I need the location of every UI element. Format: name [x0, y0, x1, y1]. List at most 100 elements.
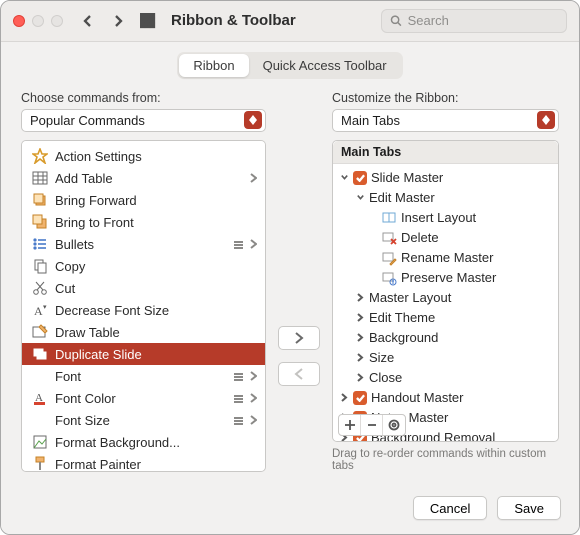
svg-text:A: A [34, 304, 43, 318]
cancel-button[interactable]: Cancel [413, 496, 487, 520]
commands-list[interactable]: Action Settings Add Table Bring Forward … [21, 140, 266, 472]
options-button[interactable] [383, 415, 405, 435]
submenu-indicator-icon [250, 171, 257, 186]
menu-indicator-icon [234, 369, 243, 384]
command-font-color[interactable]: A Font Color [22, 387, 265, 409]
chevron-left-icon [294, 368, 304, 380]
search-field[interactable] [381, 9, 567, 33]
chevron-right-icon [294, 332, 304, 344]
gear-circle-icon [388, 419, 400, 431]
chevron-right-icon [112, 15, 124, 27]
commands-column: Choose commands from: Popular Commands A… [21, 91, 266, 472]
dropdown-value: Main Tabs [341, 113, 400, 128]
command-bring-to-front[interactable]: Bring to Front [22, 211, 265, 233]
delete-icon [381, 230, 397, 246]
zoom-window-button[interactable] [51, 15, 63, 27]
menu-indicator-icon [234, 413, 243, 428]
format-painter-icon [32, 456, 48, 472]
command-draw-table[interactable]: Draw Table [22, 321, 265, 343]
command-font-size[interactable]: Font Size [22, 409, 265, 431]
copy-icon [32, 258, 48, 274]
remove-tab-button[interactable] [361, 415, 383, 435]
remove-command-button[interactable] [278, 362, 320, 386]
minus-icon [366, 419, 378, 431]
tab-quick-access-toolbar[interactable]: Quick Access Toolbar [249, 54, 401, 77]
add-tab-button[interactable] [339, 415, 361, 435]
ribbon-tree[interactable]: Main Tabs Slide Master Edit Master Inser… [332, 140, 559, 442]
section-tabs: Ribbon Quick Access Toolbar [177, 52, 402, 79]
duplicate-slide-icon [32, 346, 48, 362]
chevron-down-icon [339, 173, 349, 182]
dropdown-value: Popular Commands [30, 113, 145, 128]
command-format-background[interactable]: Format Background... [22, 431, 265, 453]
command-add-table[interactable]: Add Table [22, 167, 265, 189]
tree-item-insert-layout[interactable]: Insert Layout [333, 208, 558, 228]
tree-item-handout-master[interactable]: Handout Master [333, 388, 558, 408]
draw-table-icon [32, 324, 48, 340]
tree-item-edit-master[interactable]: Edit Master [333, 188, 558, 208]
preserve-icon [381, 270, 397, 286]
stepper-arrows-icon [244, 111, 262, 129]
back-button[interactable] [77, 10, 99, 32]
section-tabs-row: Ribbon Quick Access Toolbar [1, 42, 579, 91]
tree-item-rename-master[interactable]: Rename Master [333, 248, 558, 268]
tree-tools [338, 414, 406, 436]
close-window-button[interactable] [13, 15, 25, 27]
tree-item-preserve-master[interactable]: Preserve Master [333, 268, 558, 288]
command-action-settings[interactable]: Action Settings [22, 145, 265, 167]
decrease-font-icon: A▾ [32, 302, 48, 318]
commands-source-dropdown[interactable]: Popular Commands [21, 109, 266, 132]
chevron-right-icon [339, 393, 349, 402]
chevron-down-icon [355, 193, 365, 202]
blank-icon [32, 412, 48, 428]
save-button[interactable]: Save [497, 496, 561, 520]
command-bullets[interactable]: Bullets [22, 233, 265, 255]
show-all-button[interactable] [137, 10, 159, 32]
reorder-hint: Drag to re-order commands within custom … [332, 448, 559, 472]
command-cut[interactable]: Cut [22, 277, 265, 299]
add-command-button[interactable] [278, 326, 320, 350]
command-bring-forward[interactable]: Bring Forward [22, 189, 265, 211]
chevron-right-icon [355, 293, 365, 302]
command-duplicate-slide[interactable]: Duplicate Slide [22, 343, 265, 365]
forward-button[interactable] [107, 10, 129, 32]
tree-item-delete[interactable]: Delete [333, 228, 558, 248]
rename-icon [381, 250, 397, 266]
submenu-indicator-icon [250, 413, 257, 428]
checkbox-checked-icon[interactable] [353, 391, 367, 405]
chevron-right-icon [355, 353, 365, 362]
chevron-right-icon [355, 333, 365, 342]
tree-item-master-layout[interactable]: Master Layout [333, 288, 558, 308]
ribbon-scope-dropdown[interactable]: Main Tabs [332, 109, 559, 132]
search-icon [390, 14, 402, 27]
submenu-indicator-icon [250, 237, 257, 252]
bring-to-front-icon [32, 214, 48, 230]
transfer-buttons [276, 91, 322, 472]
ribbon-column: Customize the Ribbon: Main Tabs Main Tab… [332, 91, 559, 472]
checkbox-checked-icon[interactable] [353, 171, 367, 185]
submenu-indicator-icon [250, 369, 257, 384]
footer: Cancel Save [1, 486, 579, 534]
grid-icon [140, 13, 156, 29]
window-title: Ribbon & Toolbar [171, 12, 296, 29]
chevron-right-icon [355, 313, 365, 322]
window-controls [13, 15, 63, 27]
submenu-indicator-icon [250, 391, 257, 406]
tree-item-background[interactable]: Background [333, 328, 558, 348]
tree-item-close[interactable]: Close [333, 368, 558, 388]
table-icon [32, 170, 48, 186]
chevron-right-icon [355, 373, 365, 382]
tree-item-edit-theme[interactable]: Edit Theme [333, 308, 558, 328]
search-input[interactable] [408, 13, 558, 28]
plus-icon [344, 419, 356, 431]
minimize-window-button[interactable] [32, 15, 44, 27]
chevron-left-icon [82, 15, 94, 27]
tree-item-size[interactable]: Size [333, 348, 558, 368]
command-font[interactable]: Font [22, 365, 265, 387]
titlebar: Ribbon & Toolbar [1, 1, 579, 42]
command-format-painter[interactable]: Format Painter [22, 453, 265, 472]
command-decrease-font-size[interactable]: A▾ Decrease Font Size [22, 299, 265, 321]
command-copy[interactable]: Copy [22, 255, 265, 277]
tree-item-slide-master[interactable]: Slide Master [333, 168, 558, 188]
tab-ribbon[interactable]: Ribbon [179, 54, 248, 77]
